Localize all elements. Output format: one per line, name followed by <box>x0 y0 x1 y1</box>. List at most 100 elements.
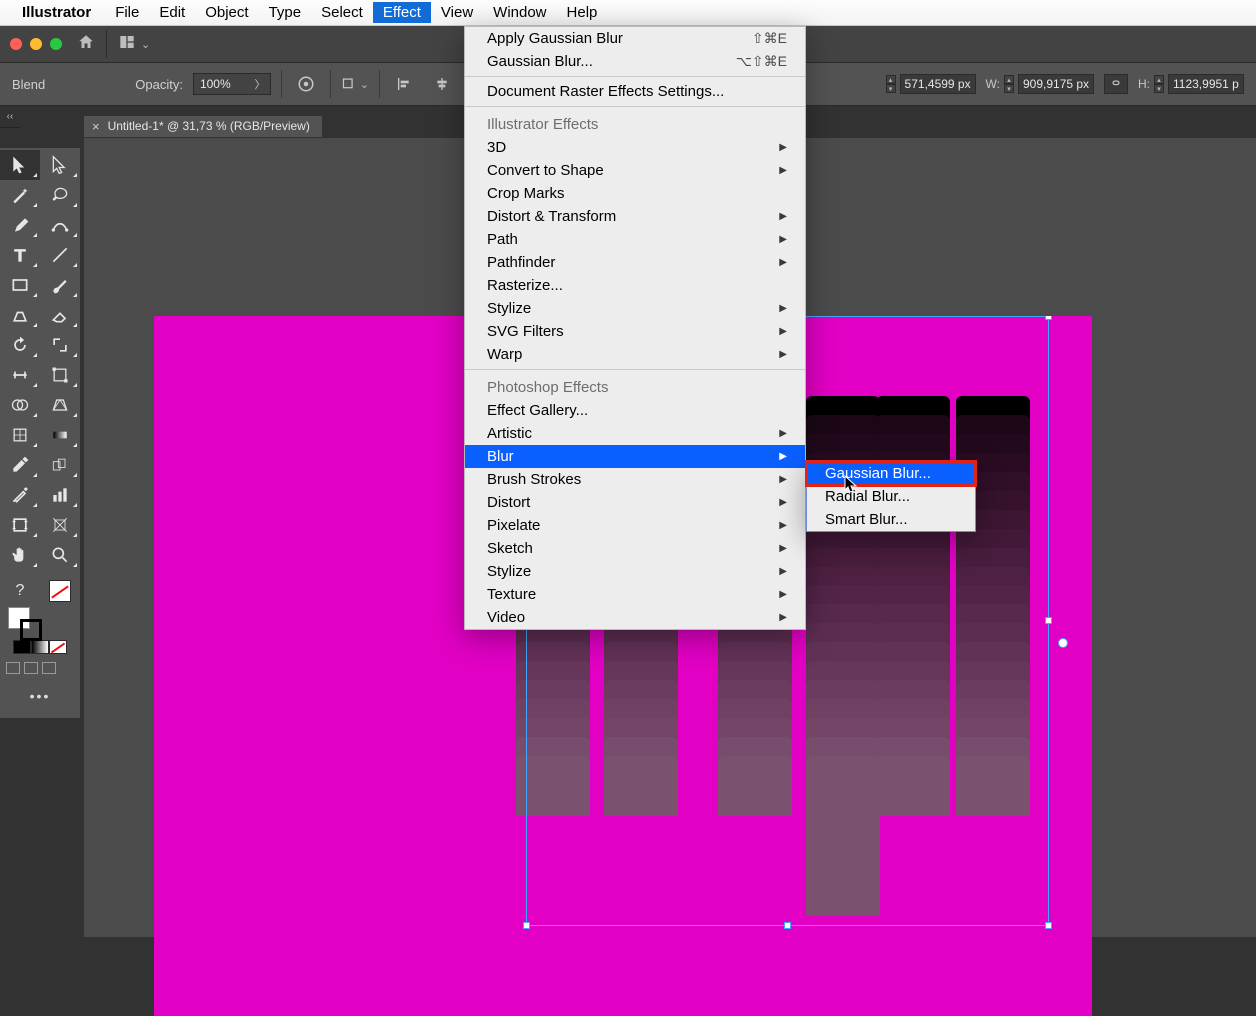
tool-scale[interactable] <box>40 330 80 360</box>
tool-slice[interactable] <box>40 510 80 540</box>
menu-item-distort[interactable]: Distort <box>465 491 805 514</box>
menu-item-stylize[interactable]: Stylize <box>465 297 805 320</box>
tool-line[interactable] <box>40 240 80 270</box>
menu-last-effect[interactable]: Gaussian Blur...⌥⇧⌘E <box>465 50 805 73</box>
tool-symbol-sprayer[interactable] <box>0 480 40 510</box>
tool-width[interactable] <box>0 360 40 390</box>
home-button[interactable] <box>76 33 96 56</box>
close-tab-icon[interactable]: × <box>92 119 100 134</box>
window-minimize-button[interactable] <box>30 38 42 50</box>
menu-item-texture[interactable]: Texture <box>465 583 805 606</box>
tool-gradient[interactable] <box>40 420 80 450</box>
menu-edit[interactable]: Edit <box>149 2 195 23</box>
constrain-proportions-button[interactable] <box>1104 74 1128 94</box>
tool-eraser[interactable] <box>40 300 80 330</box>
tool-free-transform[interactable] <box>40 360 80 390</box>
h-input[interactable] <box>1168 74 1244 94</box>
menu-apply-last-effect[interactable]: Apply Gaussian Blur⇧⌘E <box>465 27 805 50</box>
tool-lasso[interactable] <box>40 180 80 210</box>
menu-view[interactable]: View <box>431 2 483 23</box>
tool-column-graph[interactable] <box>40 480 80 510</box>
submenu-item-gaussian-blur[interactable]: Gaussian Blur... <box>807 462 975 485</box>
arrange-documents-button[interactable] <box>117 34 137 55</box>
menu-item-svg-filters[interactable]: SVG Filters <box>465 320 805 343</box>
tool-direct-selection[interactable] <box>40 150 80 180</box>
none-swatch-button[interactable] <box>49 640 67 654</box>
menu-item-video[interactable]: Video <box>465 606 805 629</box>
tool-paintbrush[interactable] <box>40 270 80 300</box>
opacity-field[interactable]: 〉 <box>193 73 271 95</box>
document-tab[interactable]: × Untitled-1* @ 31,73 % (RGB/Preview) <box>84 116 322 137</box>
tool-type[interactable] <box>0 240 40 270</box>
w-field[interactable]: W: ▴▾ <box>986 74 1094 94</box>
fill-stroke-swatch[interactable] <box>0 606 80 636</box>
menu-raster-settings[interactable]: Document Raster Effects Settings... <box>465 80 805 103</box>
tool-perspective[interactable] <box>40 390 80 420</box>
tool-hand[interactable] <box>0 540 40 570</box>
transform-button[interactable]: ⌄ <box>341 70 369 98</box>
menu-item-convert-to-shape[interactable]: Convert to Shape <box>465 159 805 182</box>
menu-item-3d[interactable]: 3D <box>465 136 805 159</box>
menu-file[interactable]: File <box>105 2 149 23</box>
tool-selection[interactable] <box>0 150 40 180</box>
submenu-item-radial-blur[interactable]: Radial Blur... <box>807 485 975 508</box>
x-input[interactable] <box>900 74 976 94</box>
menu-item-blur[interactable]: Blur <box>465 445 805 468</box>
submenu-item-smart-blur[interactable]: Smart Blur... <box>807 508 975 531</box>
menu-item-brush-strokes[interactable]: Brush Strokes <box>465 468 805 491</box>
selection-handle[interactable] <box>1045 617 1052 624</box>
x-field[interactable]: ▴▾ <box>886 74 976 94</box>
menu-item-pathfinder[interactable]: Pathfinder <box>465 251 805 274</box>
app-name[interactable]: Illustrator <box>22 4 91 21</box>
menu-effect[interactable]: Effect <box>373 2 431 23</box>
panel-collapse-strip[interactable]: ‹‹ <box>0 106 20 128</box>
menu-item-path[interactable]: Path <box>465 228 805 251</box>
menu-item-sketch[interactable]: Sketch <box>465 537 805 560</box>
color-swatch-button[interactable] <box>13 640 31 654</box>
help-tool[interactable]: ? <box>0 576 40 606</box>
tool-shape-builder[interactable] <box>0 390 40 420</box>
tool-rotate[interactable] <box>0 330 40 360</box>
tool-curvature[interactable] <box>40 210 80 240</box>
w-input[interactable] <box>1018 74 1094 94</box>
edit-toolbar-button[interactable]: ••• <box>0 684 80 708</box>
menu-select[interactable]: Select <box>311 2 373 23</box>
opacity-dropdown-icon[interactable]: 〉 <box>250 76 270 92</box>
selection-handle[interactable] <box>784 922 791 929</box>
opacity-input[interactable] <box>194 74 250 94</box>
tool-zoom[interactable] <box>40 540 80 570</box>
menu-item-pixelate[interactable]: Pixelate <box>465 514 805 537</box>
tool-blend[interactable] <box>40 450 80 480</box>
menu-object[interactable]: Object <box>195 2 258 23</box>
tool-artboard[interactable] <box>0 510 40 540</box>
fill-none-indicator[interactable] <box>40 576 80 606</box>
menu-item-crop-marks[interactable]: Crop Marks <box>465 182 805 205</box>
selection-handle[interactable] <box>1045 316 1052 320</box>
h-field[interactable]: H: ▴▾ <box>1138 74 1244 94</box>
menu-item-effect-gallery[interactable]: Effect Gallery... <box>465 399 805 422</box>
draw-mode-buttons[interactable] <box>0 658 80 678</box>
gradient-swatch-button[interactable] <box>31 640 49 654</box>
menu-item-rasterize[interactable]: Rasterize... <box>465 274 805 297</box>
tool-rectangle[interactable] <box>0 270 40 300</box>
menu-item-artistic[interactable]: Artistic <box>465 422 805 445</box>
rotate-origin-handle[interactable] <box>1058 638 1068 648</box>
selection-handle[interactable] <box>523 922 530 929</box>
menu-window[interactable]: Window <box>483 2 556 23</box>
menu-help[interactable]: Help <box>557 2 608 23</box>
recolor-artwork-button[interactable] <box>292 70 320 98</box>
tool-eyedropper[interactable] <box>0 450 40 480</box>
menu-item-distort-transform[interactable]: Distort & Transform <box>465 205 805 228</box>
tool-shaper[interactable] <box>0 300 40 330</box>
selection-handle[interactable] <box>1045 922 1052 929</box>
align-center-button[interactable] <box>428 70 456 98</box>
align-left-button[interactable] <box>390 70 418 98</box>
tool-magic-wand[interactable] <box>0 180 40 210</box>
window-close-button[interactable] <box>10 38 22 50</box>
tool-mesh[interactable] <box>0 420 40 450</box>
window-zoom-button[interactable] <box>50 38 62 50</box>
menu-item-stylize[interactable]: Stylize <box>465 560 805 583</box>
tool-pen[interactable] <box>0 210 40 240</box>
menu-item-warp[interactable]: Warp <box>465 343 805 366</box>
arrange-dropdown-icon[interactable]: ⌄ <box>141 38 150 51</box>
